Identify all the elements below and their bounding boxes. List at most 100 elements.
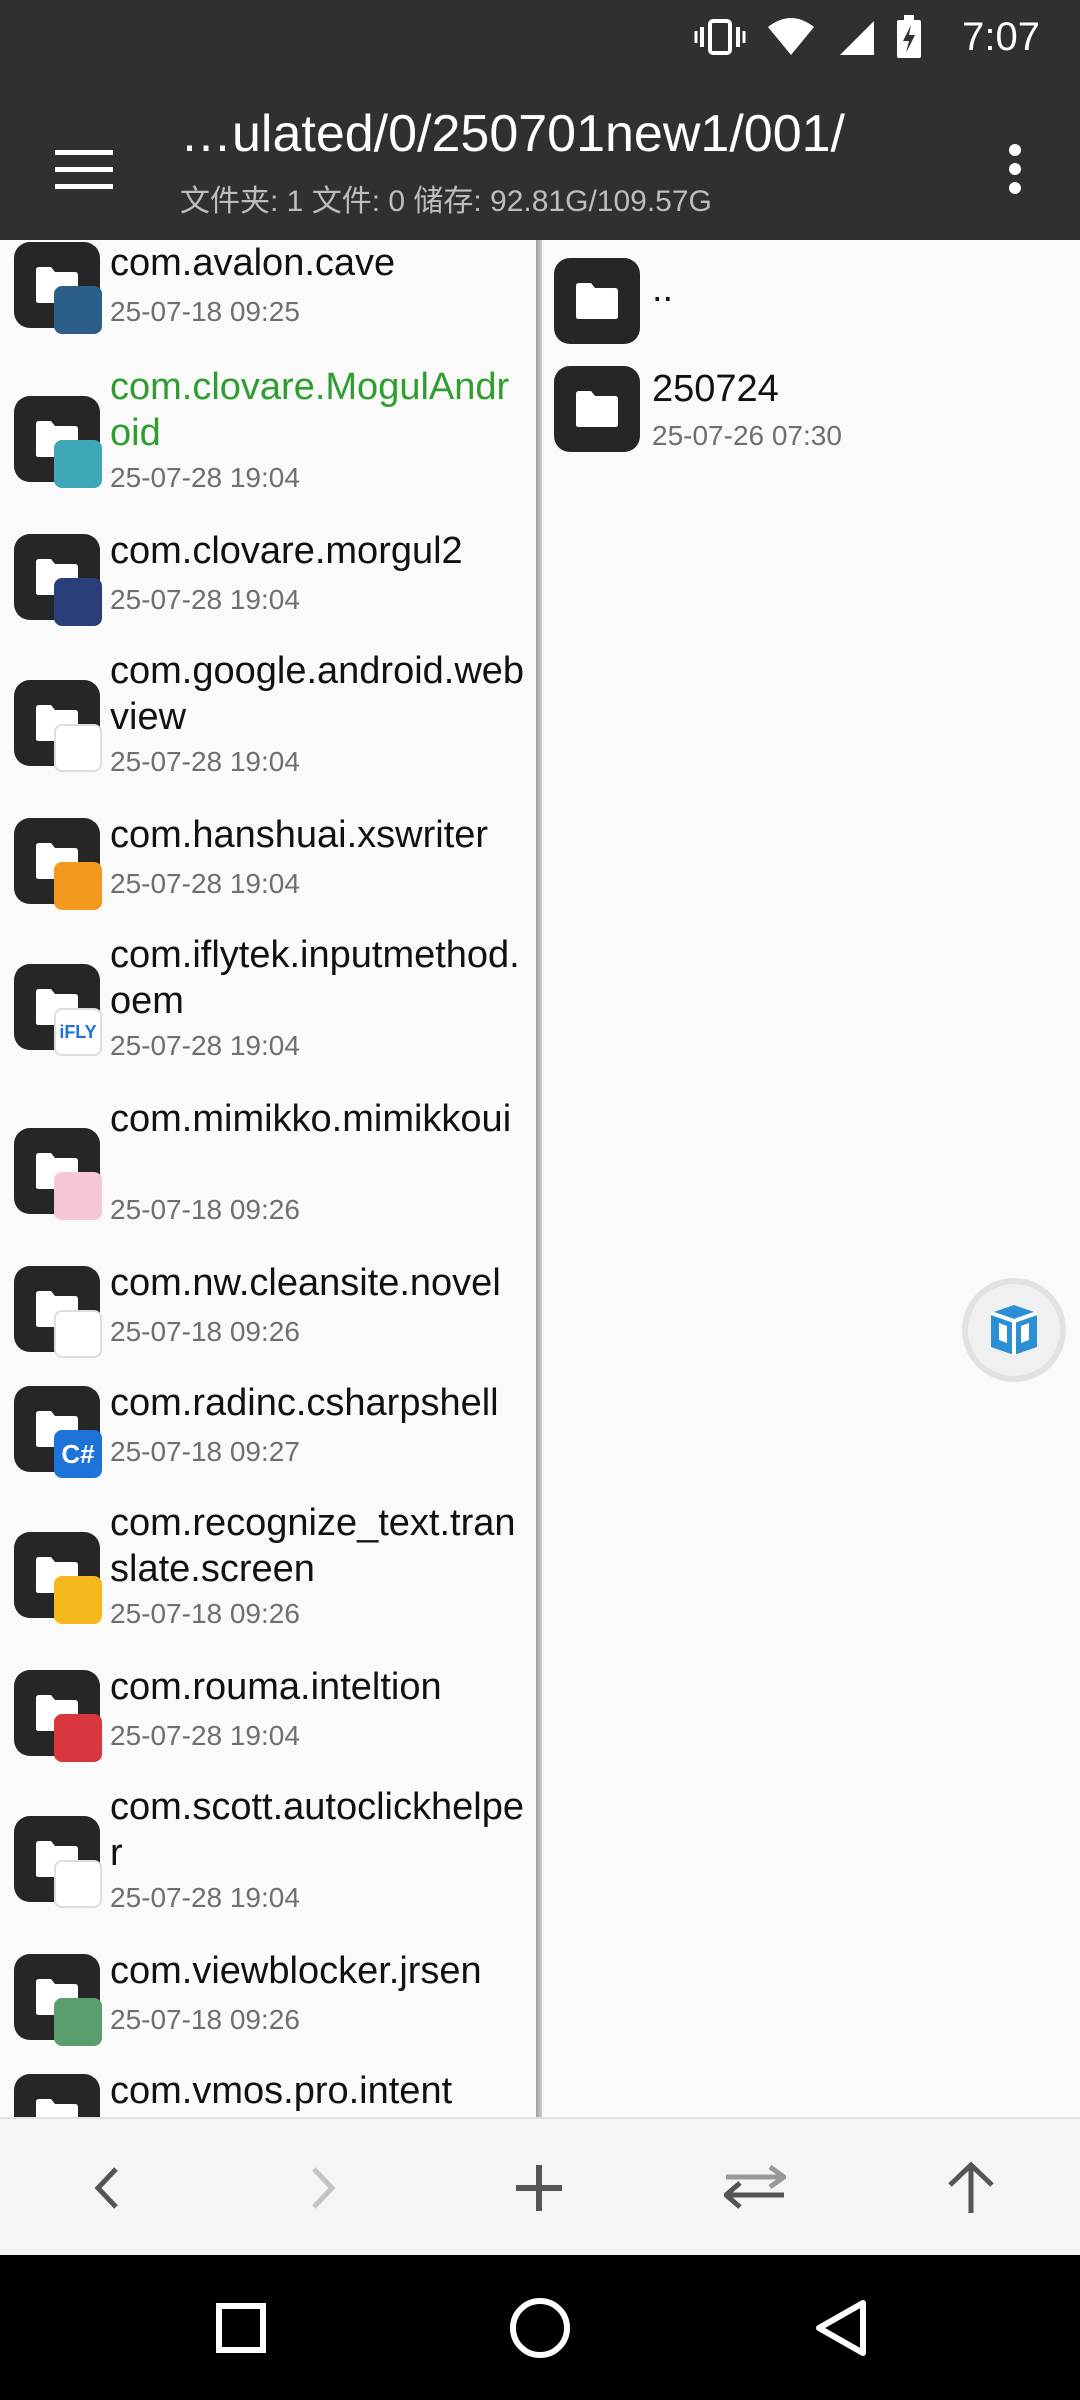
csharp-app-icon: C# (54, 1430, 102, 1478)
folder-icon (14, 2074, 100, 2117)
folder-icon (14, 818, 102, 910)
floating-cube-button[interactable] (962, 1278, 1066, 1382)
list-item[interactable]: com.viewblocker.jrsen 25-07-18 09:26 (0, 1942, 536, 2062)
webview-gear-icon (54, 724, 102, 772)
list-item-name: 250724 (652, 368, 779, 410)
list-item[interactable]: com.vmos.pro.intent (0, 2062, 536, 2117)
list-item[interactable]: com.hanshuai.xswriter 25-07-28 19:04 (0, 806, 536, 926)
folder-icon (14, 1266, 102, 1358)
add-icon[interactable] (494, 2143, 584, 2233)
list-item-date: 25-07-18 09:26 (110, 1598, 300, 1629)
list-item-date: 25-07-18 09:26 (110, 1194, 300, 1225)
folder-icon (14, 1954, 102, 2046)
list-item-name: com.mimikko.mimikkoui (110, 1098, 512, 1140)
vibrate-icon (694, 17, 746, 57)
cube-icon (990, 1305, 1038, 1355)
list-item-date: 25-07-28 19:04 (110, 1720, 300, 1751)
app-toolbar: …ulated/0/250701new1/001/ 文件夹: 1 文件: 0 储… (0, 74, 1080, 240)
folder-icon: iFLY (14, 964, 102, 1056)
list-item-name: com.hanshuai.xswriter (110, 814, 489, 856)
folder-icon (14, 680, 102, 772)
list-item-date: 25-07-28 19:04 (110, 746, 300, 777)
list-item-name: com.radinc.csharpshell (110, 1382, 499, 1424)
list-item-date: 25-07-18 09:26 (110, 1316, 300, 1347)
more-vert-icon[interactable] (980, 124, 1050, 214)
up-arrow-icon[interactable] (926, 2143, 1016, 2233)
iflytek-app-icon: iFLY (54, 1008, 102, 1056)
list-item[interactable]: com.nw.cleansite.novel 25-07-18 09:26 (0, 1254, 536, 1374)
viewblocker-app-icon (54, 1998, 102, 2046)
morgul-app-icon (54, 578, 102, 626)
list-item[interactable]: com.clovare.MogulAndroid 25-07-28 19:04 (0, 358, 536, 522)
list-item-name: com.google.android.webview (110, 650, 525, 738)
avalon-app-icon (54, 286, 102, 334)
forward-arrow-icon[interactable] (278, 2143, 368, 2233)
list-item-name: com.scott.autoclickhelper (110, 1786, 524, 1874)
status-bar: 7:07 (0, 0, 1080, 74)
folder-icon (554, 258, 640, 344)
list-item-date: 25-07-26 07:30 (652, 420, 842, 451)
list-item-name: com.clovare.MogulAndroid (110, 366, 510, 454)
folder-icon: C# (14, 1386, 102, 1478)
novel-app-icon (54, 1310, 102, 1358)
battery-charging-icon (896, 15, 922, 59)
folder-icon (14, 534, 102, 626)
list-item-parent[interactable]: .. (542, 240, 1080, 358)
list-item[interactable]: com.clovare.morgul2 25-07-28 19:04 (0, 522, 536, 642)
back-arrow-icon[interactable] (62, 2143, 152, 2233)
list-item-name: com.clovare.morgul2 (110, 530, 463, 572)
folder-icon (14, 1816, 102, 1908)
list-item-date: 25-07-18 09:27 (110, 1436, 300, 1467)
list-item[interactable]: com.recognize_text.translate.screen 25-07… (0, 1494, 536, 1658)
list-item-name: com.iflytek.inputmethod.oem (110, 934, 520, 1022)
list-item[interactable]: com.scott.autoclickhelper 25-07-28 19:04 (0, 1778, 536, 1942)
list-item[interactable]: com.google.android.webview 25-07-28 19:04 (0, 642, 536, 806)
xswriter-app-icon (54, 862, 102, 910)
folder-icon (14, 242, 102, 334)
play-app-icon (54, 1714, 102, 1762)
bottom-action-bar (0, 2117, 1080, 2255)
list-item-name: com.vmos.pro.intent (110, 2070, 453, 2112)
mimikko-app-icon (54, 1172, 102, 1220)
list-item-name: .. (652, 268, 674, 310)
wifi-icon (766, 17, 816, 57)
right-file-pane[interactable]: .. 250724 25-07-26 07:30 (542, 240, 1080, 2117)
list-item[interactable]: C# com.radinc.csharpshell 25-07-18 09:27 (0, 1374, 536, 1494)
list-item-date: 25-07-28 19:04 (110, 1882, 300, 1913)
back-icon[interactable] (796, 2283, 886, 2373)
home-icon[interactable] (495, 2283, 585, 2373)
folder-icon (554, 366, 640, 452)
folder-icon (14, 396, 102, 488)
list-item-date: 25-07-28 19:04 (110, 1030, 300, 1061)
list-item-date: 25-07-28 19:04 (110, 868, 300, 899)
list-item-name: com.nw.cleansite.novel (110, 1262, 501, 1304)
list-item-name: com.avalon.cave (110, 242, 396, 284)
signal-icon (836, 17, 876, 57)
folder-icon (14, 1670, 102, 1762)
folder-icon (14, 1128, 102, 1220)
badge-label: C# (61, 1438, 95, 1469)
list-item-date: 25-07-18 09:25 (110, 296, 300, 327)
badge-label: iFLY (59, 1021, 97, 1042)
list-item[interactable]: iFLY com.iflytek.inputmethod.oem 25-07-28 … (0, 926, 536, 1090)
clock: 7:07 (962, 14, 1040, 59)
list-item-date: 25-07-18 09:26 (110, 2004, 300, 2035)
list-item[interactable]: 250724 25-07-26 07:30 (542, 358, 1080, 478)
list-item-name: com.rouma.inteltion (110, 1666, 442, 1708)
storage-summary: 文件夹: 1 文件: 0 储存: 92.81G/109.57G (180, 185, 712, 218)
list-item-date: 25-07-28 19:04 (110, 462, 300, 493)
system-nav-bar (0, 2255, 1080, 2400)
list-item[interactable]: com.rouma.inteltion 25-07-28 19:04 (0, 1658, 536, 1778)
recents-icon[interactable] (196, 2283, 286, 2373)
list-item[interactable]: com.avalon.cave 25-07-18 09:25 (0, 240, 536, 350)
translate-app-icon (54, 1576, 102, 1624)
list-item[interactable]: com.mimikko.mimikkoui 25-07-18 09:26 (0, 1090, 536, 1254)
list-item-date: 25-07-28 19:04 (110, 584, 300, 615)
list-item-name: com.recognize_text.translate.screen (110, 1502, 516, 1590)
left-file-pane[interactable]: com.avalon.cave 25-07-18 09:25 com.clovare… (0, 240, 536, 2117)
autoclick-app-icon (54, 1860, 102, 1908)
hamburger-menu-icon[interactable] (40, 126, 128, 214)
swap-icon[interactable] (710, 2143, 800, 2233)
mogul-app-icon (54, 440, 102, 488)
folder-icon (14, 1532, 102, 1624)
